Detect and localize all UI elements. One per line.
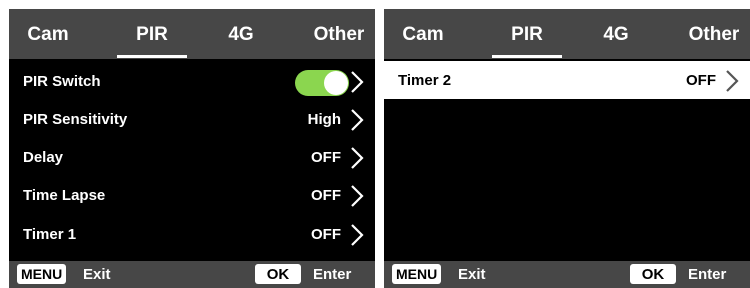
row-label: PIR Sensitivity [23, 111, 128, 128]
row-label: Delay [23, 149, 64, 166]
tab-4g[interactable]: 4G [206, 9, 276, 59]
active-tab-indicator [117, 55, 187, 58]
menu-row-delay[interactable]: Delay OFF [9, 138, 375, 176]
row-value: OFF [686, 72, 716, 89]
row-value: High [307, 111, 341, 128]
row-value: OFF [311, 187, 341, 204]
tab-bar: Cam PIR 4G Other [9, 9, 375, 59]
left-menu-screen: Cam PIR 4G Other PIR Switch PIR Sensitiv… [9, 9, 375, 288]
ok-key-button[interactable]: OK [630, 264, 676, 284]
row-label: Time Lapse [23, 187, 106, 204]
tab-bar: Cam PIR 4G Other [384, 9, 750, 59]
chevron-right-icon [349, 223, 365, 247]
tab-cam[interactable]: Cam [388, 9, 458, 59]
enter-label: Enter [313, 266, 352, 283]
row-label: PIR Switch [23, 73, 101, 90]
chevron-right-icon [349, 184, 365, 208]
menu-row-timer-2[interactable]: Timer 2 OFF [384, 61, 750, 99]
row-label: Timer 2 [398, 72, 452, 89]
tab-cam[interactable]: Cam [13, 9, 83, 59]
row-value: OFF [311, 149, 341, 166]
active-tab-indicator [492, 55, 562, 58]
menu-row-time-lapse[interactable]: Time Lapse OFF [9, 176, 375, 214]
right-menu-screen: Cam PIR 4G Other Timer 2 OFF MENU Exit O… [384, 9, 750, 288]
row-value: OFF [311, 226, 341, 243]
exit-label: Exit [83, 266, 111, 283]
tab-pir[interactable]: PIR [492, 9, 562, 59]
chevron-right-icon [349, 146, 365, 170]
menu-key-button[interactable]: MENU [17, 264, 67, 284]
chevron-right-icon [349, 108, 365, 132]
tab-other[interactable]: Other [299, 9, 375, 59]
pir-switch-toggle[interactable] [295, 70, 349, 96]
footer-bar: MENU Exit OK Enter [9, 261, 375, 288]
exit-label: Exit [458, 266, 486, 283]
enter-label: Enter [688, 266, 727, 283]
row-label: Timer 1 [23, 226, 77, 243]
menu-row-pir-sensitivity[interactable]: PIR Sensitivity High [9, 100, 375, 138]
tab-pir[interactable]: PIR [117, 9, 187, 59]
ok-key-button[interactable]: OK [255, 264, 301, 284]
chevron-right-icon [349, 70, 365, 94]
chevron-right-icon [724, 69, 740, 93]
menu-key-button[interactable]: MENU [392, 264, 442, 284]
footer-bar: MENU Exit OK Enter [384, 261, 750, 288]
tab-other[interactable]: Other [674, 9, 750, 59]
tab-4g[interactable]: 4G [581, 9, 651, 59]
menu-row-pir-switch[interactable]: PIR Switch [9, 62, 375, 100]
menu-row-timer-1[interactable]: Timer 1 OFF [9, 215, 375, 253]
toggle-knob [324, 71, 348, 95]
